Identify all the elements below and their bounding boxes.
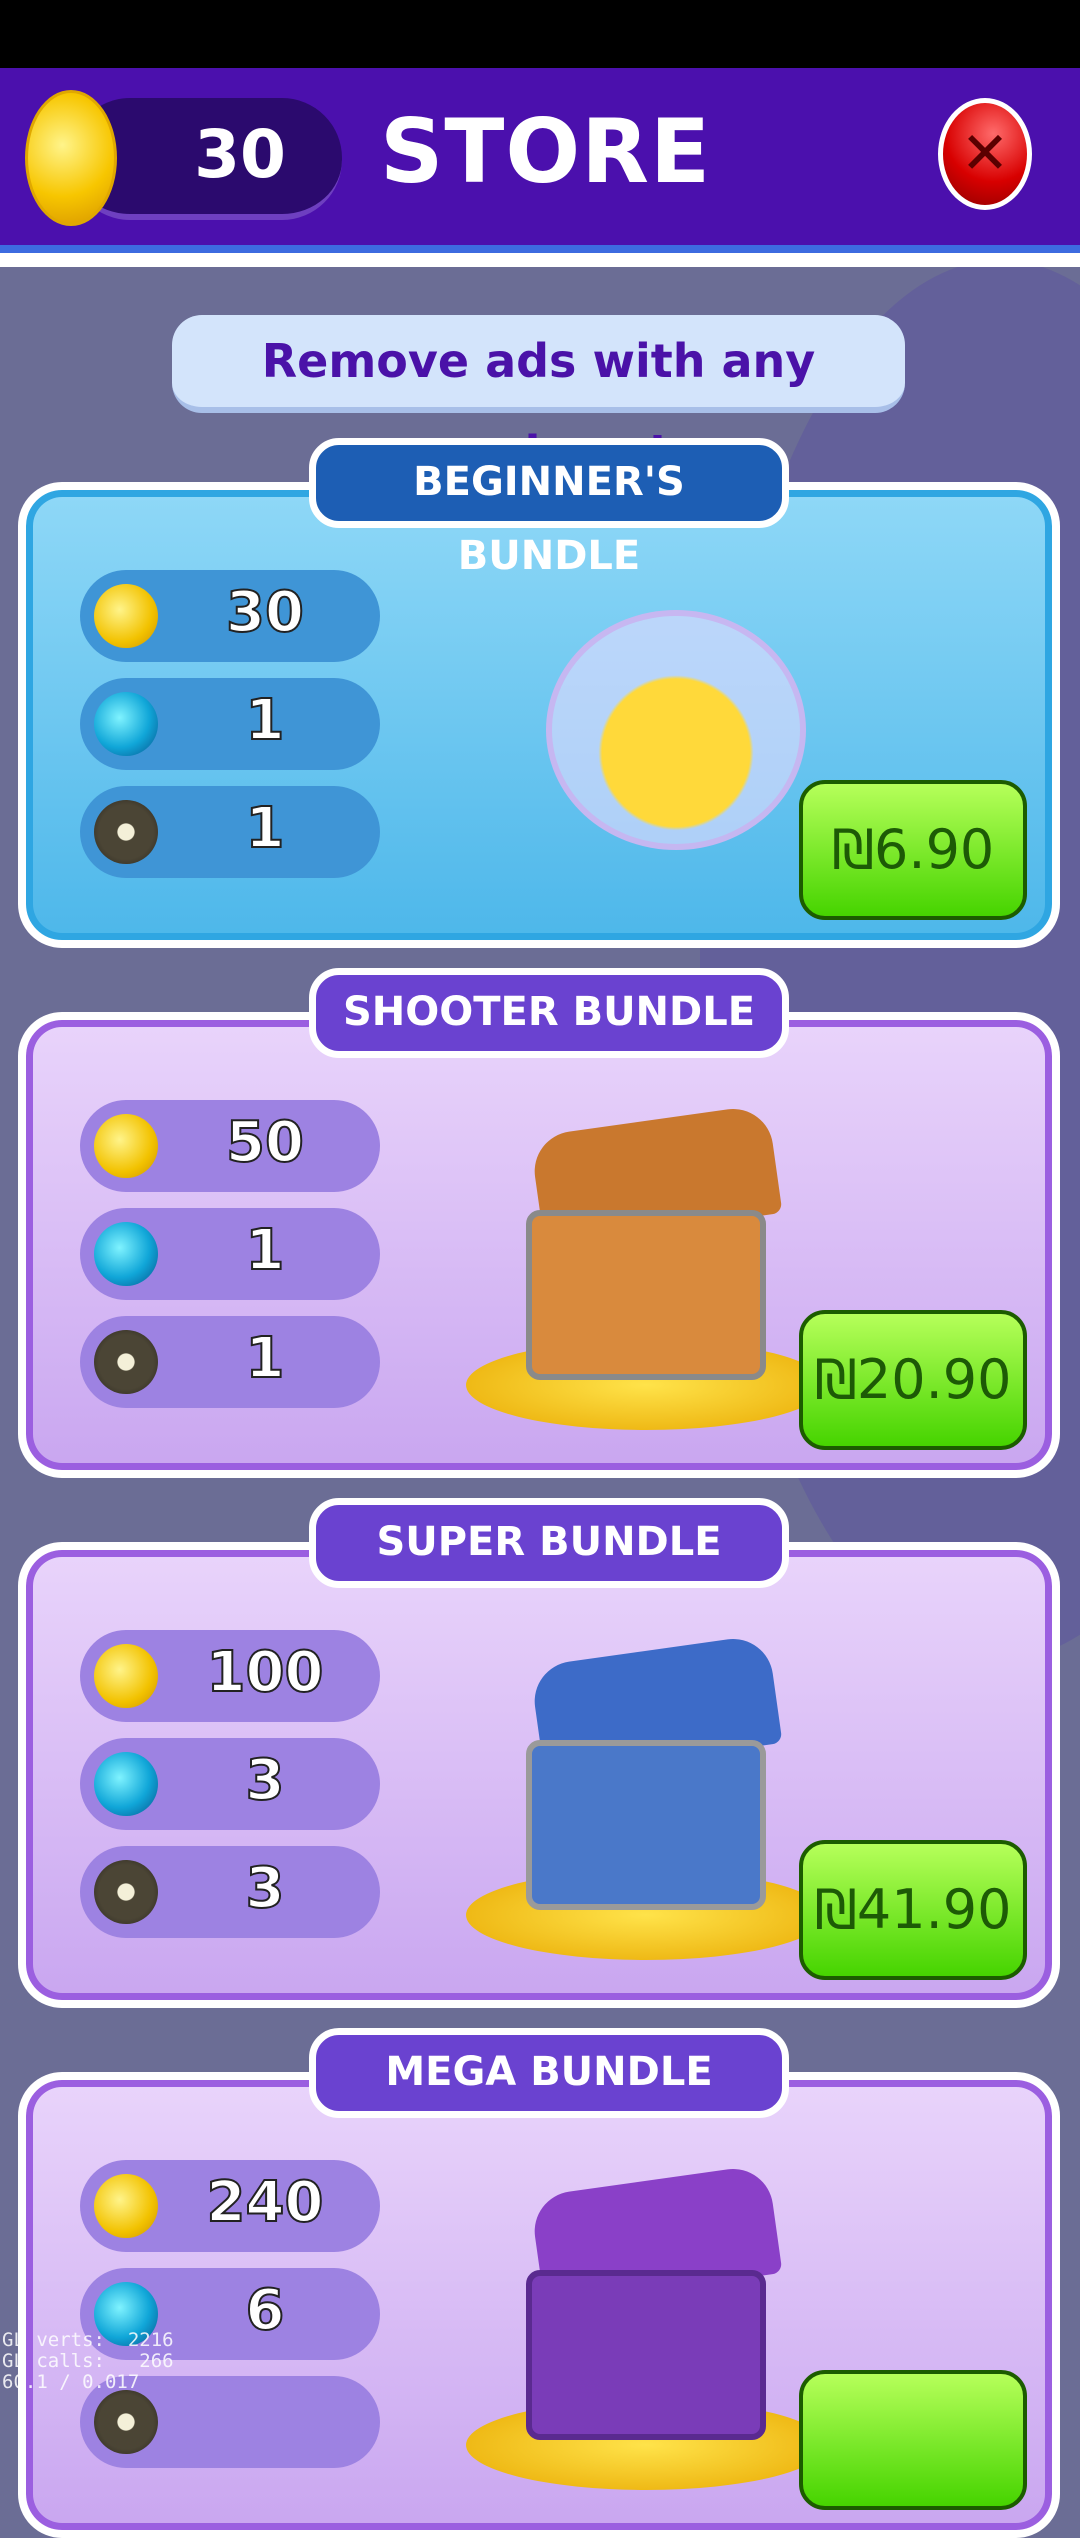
coins-icon — [94, 2174, 158, 2238]
reward-bombs: 3 — [80, 1846, 380, 1938]
status-bar — [0, 0, 1080, 68]
debug-line: GL verts: 2216 — [2, 2329, 174, 2351]
bombs-amount: 3 — [245, 1855, 286, 1922]
reward-coins: 240 — [80, 2160, 380, 2252]
bundle-card[interactable]: BEGINNER'S BUNDLE 30 1 1 ₪6.90 — [18, 438, 1060, 948]
orbs-amount: 1 — [245, 687, 286, 754]
orbs-amount: 1 — [245, 1217, 286, 1284]
reward-bombs: 1 — [80, 786, 380, 878]
close-button[interactable]: ✕ — [938, 98, 1032, 210]
coins-icon — [94, 584, 158, 648]
coin-jar-image — [546, 610, 806, 850]
bundle-title: SUPER BUNDLE — [309, 1498, 789, 1588]
close-x-icon: ✕ — [960, 119, 1010, 187]
bundle-title: MEGA BUNDLE — [309, 2028, 789, 2118]
bundle-art — [466, 2140, 846, 2500]
debug-line: GL calls: 266 — [2, 2350, 174, 2372]
buy-button[interactable] — [799, 2370, 1027, 2510]
bundle-title: BEGINNER'S BUNDLE — [309, 438, 789, 579]
bombs-amount: 1 — [245, 795, 286, 862]
bundle-art — [466, 550, 846, 910]
wooden-chest-image — [526, 1210, 766, 1380]
orb-icon — [94, 1752, 158, 1816]
coin-icon — [25, 90, 117, 226]
debug-overlay: GL verts: 2216 GL calls: 266 60.1 / 0.017 — [2, 2330, 174, 2393]
orb-icon — [94, 692, 158, 756]
coins-amount: 100 — [206, 1639, 325, 1706]
reward-orbs: 3 — [80, 1738, 380, 1830]
bomb-icon — [94, 800, 158, 864]
reward-coins: 100 — [80, 1630, 380, 1722]
bomb-icon — [94, 1330, 158, 1394]
coins-icon — [94, 1114, 158, 1178]
bomb-icon — [94, 1860, 158, 1924]
remove-ads-banner: Remove ads with any purchase! — [172, 315, 905, 480]
purple-chest-image — [526, 2270, 766, 2440]
bundle-art — [466, 1080, 846, 1440]
bundle-card[interactable]: MEGA BUNDLE 240 6 — [18, 2028, 1060, 2538]
coins-amount: 50 — [225, 1109, 305, 1176]
reward-orbs: 1 — [80, 1208, 380, 1300]
buy-button[interactable]: ₪41.90 — [799, 1840, 1027, 1980]
store-header: 30 STORE ✕ — [0, 68, 1080, 267]
steel-chest-image — [526, 1740, 766, 1910]
buy-button[interactable]: ₪20.90 — [799, 1310, 1027, 1450]
coin-count: 30 — [194, 116, 286, 193]
reward-coins: 50 — [80, 1100, 380, 1192]
bombs-amount: 1 — [245, 1325, 286, 1392]
buy-button[interactable]: ₪6.90 — [799, 780, 1027, 920]
reward-bombs: 1 — [80, 1316, 380, 1408]
reward-coins: 30 — [80, 570, 380, 662]
debug-line: 60.1 / 0.017 — [2, 2371, 140, 2393]
bundle-art — [466, 1610, 846, 1970]
orbs-amount: 3 — [245, 1747, 286, 1814]
bundle-title: SHOOTER BUNDLE — [309, 968, 789, 1058]
coins-icon — [94, 1644, 158, 1708]
page-title: STORE — [380, 100, 712, 203]
bundle-card[interactable]: SHOOTER BUNDLE 50 1 1 ₪20.90 — [18, 968, 1060, 1478]
bundle-card[interactable]: SUPER BUNDLE 100 3 3 ₪41.90 — [18, 1498, 1060, 2008]
orbs-amount: 6 — [245, 2277, 286, 2344]
coins-amount: 30 — [225, 579, 305, 646]
coins-amount: 240 — [206, 2169, 325, 2236]
orb-icon — [94, 1222, 158, 1286]
reward-orbs: 1 — [80, 678, 380, 770]
